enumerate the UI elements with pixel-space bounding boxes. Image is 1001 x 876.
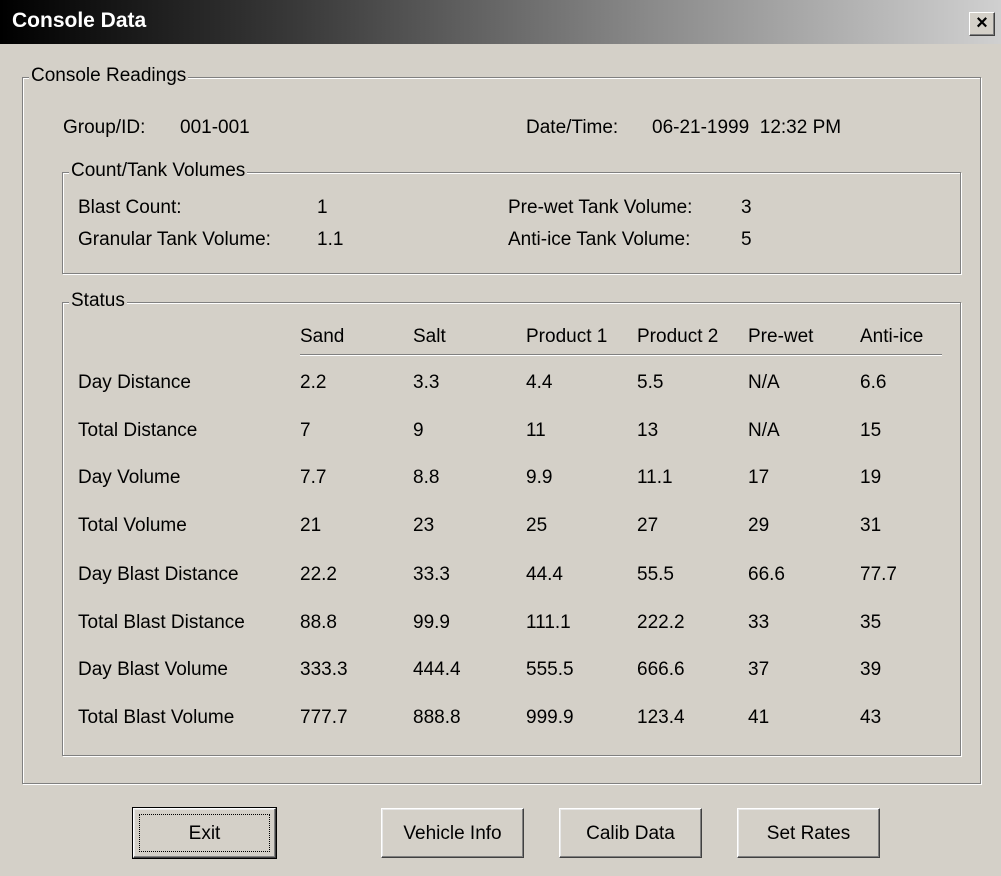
cell-anti-ice: 43 [860,707,882,728]
cell-salt: 3.3 [413,372,440,393]
cell-pre-wet: 41 [748,707,770,728]
cell-salt: 888.8 [413,707,461,728]
col-header-product-1: Product 1 [526,326,608,347]
col-header-product-2: Product 2 [637,326,719,347]
granular-tank-volume-value: 1.1 [317,229,344,250]
col-header-pre-wet: Pre-wet [748,326,814,347]
exit-button-label: Exit [188,823,221,844]
datetime-value: 06-21-1999 12:32 PM [652,117,842,138]
cell-product-1: 555.5 [526,659,574,680]
cell-pre-wet: 66.6 [748,564,785,585]
table-row: Day Blast Distance 22.2 33.3 44.4 55.5 66.6 77… [0,564,1001,590]
cell-product-1: 999.9 [526,707,574,728]
console-readings-legend: Console Readings [29,65,189,87]
cell-sand: 2.2 [300,372,327,393]
cell-sand: 88.8 [300,612,337,633]
cell-sand: 333.3 [300,659,348,680]
cell-salt: 99.9 [413,612,450,633]
cell-product-1: 4.4 [526,372,553,393]
antiice-tank-volume-label: Anti-ice Tank Volume: [508,229,691,250]
exit-button[interactable]: Exit [132,807,277,859]
row-label: Day Volume [78,467,181,488]
cell-product-1: 44.4 [526,564,563,585]
calib-data-button[interactable]: Calib Data [559,808,702,858]
cell-sand: 7.7 [300,467,327,488]
cell-anti-ice: 39 [860,659,882,680]
table-row: Total Distance 7 9 11 13 N/A 15 [0,420,1001,446]
cell-sand: 777.7 [300,707,348,728]
row-label: Day Blast Volume [78,659,228,680]
row-label: Day Blast Distance [78,564,239,585]
table-row: Day Distance 2.2 3.3 4.4 5.5 N/A 6.6 [0,372,1001,398]
close-button[interactable]: × [969,12,995,36]
cell-pre-wet: 33 [748,612,770,633]
set-rates-button[interactable]: Set Rates [737,808,880,858]
cell-sand: 22.2 [300,564,337,585]
cell-anti-ice: 6.6 [860,372,887,393]
vehicle-info-button[interactable]: Vehicle Info [381,808,524,858]
cell-salt: 444.4 [413,659,461,680]
cell-product-2: 5.5 [637,372,664,393]
granular-tank-volume-label: Granular Tank Volume: [78,229,271,250]
blast-count-value: 1 [317,197,328,218]
datetime-label: Date/Time: [526,117,619,138]
cell-product-2: 55.5 [637,564,674,585]
row-label: Total Blast Volume [78,707,235,728]
cell-product-2: 13 [637,420,659,441]
cell-product-1: 25 [526,515,548,536]
table-row: Day Volume 7.7 8.8 9.9 11.1 17 19 [0,467,1001,493]
group-id-value: 001-001 [180,117,250,138]
cell-sand: 7 [300,420,311,441]
table-row: Total Blast Volume 777.7 888.8 999.9 123.4 41… [0,707,1001,733]
prewet-tank-volume-label: Pre-wet Tank Volume: [508,197,693,218]
cell-salt: 9 [413,420,424,441]
cell-product-1: 111.1 [526,612,571,633]
cell-anti-ice: 35 [860,612,882,633]
cell-product-2: 11.1 [637,467,673,488]
cell-pre-wet: 37 [748,659,770,680]
table-row: Total Volume 21 23 25 27 29 31 [0,515,1001,541]
cell-anti-ice: 19 [860,467,882,488]
cell-pre-wet: N/A [748,420,780,441]
set-rates-button-label: Set Rates [766,823,851,844]
col-header-anti-ice: Anti-ice [860,326,924,347]
cell-product-2: 666.6 [637,659,685,680]
tank-volumes-legend: Count/Tank Volumes [69,160,248,182]
cell-product-1: 11 [526,420,546,441]
cell-product-2: 27 [637,515,659,536]
cell-anti-ice: 77.7 [860,564,897,585]
cell-pre-wet: 29 [748,515,770,536]
table-row: Total Blast Distance 88.8 99.9 111.1 222.2 33… [0,612,1001,638]
calib-data-button-label: Calib Data [586,823,675,844]
title-bar: Console Data × [0,0,1001,44]
close-icon: × [976,12,988,34]
tank-volumes-group: Count/Tank Volumes [62,160,961,274]
table-row: Day Blast Volume 333.3 444.4 555.5 666.6 37 39 [0,659,1001,685]
cell-pre-wet: N/A [748,372,780,393]
cell-anti-ice: 15 [860,420,882,441]
col-header-sand: Sand [300,326,345,347]
cell-pre-wet: 17 [748,467,770,488]
antiice-tank-volume-value: 5 [741,229,752,250]
cell-salt: 8.8 [413,467,440,488]
header-divider [300,354,942,356]
cell-salt: 23 [413,515,435,536]
cell-anti-ice: 31 [860,515,882,536]
vehicle-info-button-label: Vehicle Info [403,823,502,844]
cell-product-1: 9.9 [526,467,553,488]
group-id-label: Group/ID: [63,117,146,138]
status-legend: Status [69,290,127,312]
cell-sand: 21 [300,515,322,536]
window-title: Console Data [12,9,147,32]
row-label: Total Blast Distance [78,612,245,633]
row-label: Total Distance [78,420,198,441]
cell-salt: 33.3 [413,564,450,585]
prewet-tank-volume-value: 3 [741,197,752,218]
cell-product-2: 123.4 [637,707,685,728]
col-header-salt: Salt [413,326,446,347]
blast-count-label: Blast Count: [78,197,182,218]
row-label: Total Volume [78,515,187,536]
cell-product-2: 222.2 [637,612,685,633]
row-label: Day Distance [78,372,191,393]
